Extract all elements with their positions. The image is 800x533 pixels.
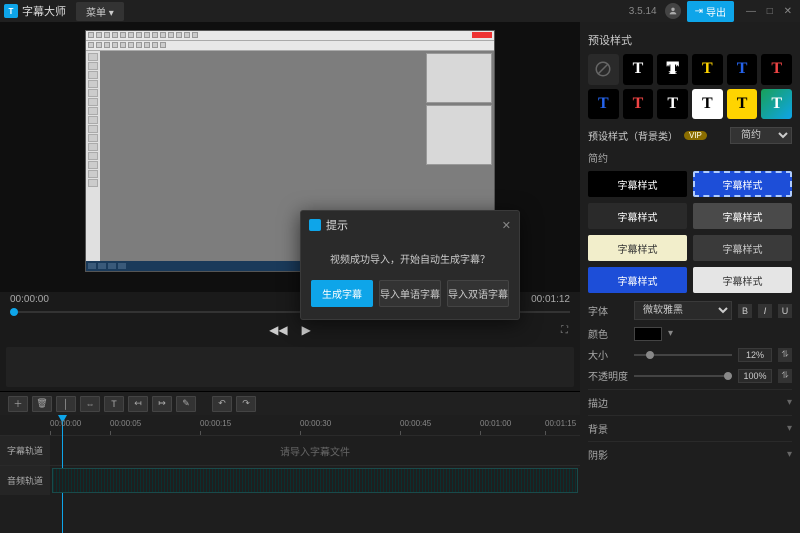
font-label: 字体 (588, 303, 628, 318)
tl-text-button[interactable]: T (104, 396, 124, 412)
maximize-icon[interactable]: □ (767, 6, 773, 17)
menu-button[interactable]: 菜单 ▾ (76, 2, 124, 21)
bg-style-0[interactable]: 字幕样式 (588, 171, 687, 197)
tl-edit-button[interactable]: ✎ (176, 396, 196, 412)
tl-align-left-button[interactable]: ↤ (128, 396, 148, 412)
fullscreen-icon[interactable]: ⛶ (561, 325, 568, 336)
chevron-down-icon: ▾ (787, 397, 792, 408)
audio-track[interactable]: 音频轨道 (0, 465, 580, 495)
italic-icon[interactable]: I (758, 304, 772, 318)
tl-undo-button[interactable]: ↶ (212, 396, 232, 412)
import-bi-subtitle-button[interactable]: 导入双语字幕 (447, 280, 509, 307)
user-icon[interactable] (665, 3, 681, 19)
preset-style-grid: TTTTTTTTTTT (588, 54, 792, 119)
size-slider[interactable] (634, 354, 732, 356)
stroke-section[interactable]: 描边▾ (588, 389, 792, 415)
waveform-panel (6, 347, 574, 387)
size-value: 12% (738, 348, 772, 362)
preset-style-0[interactable] (588, 54, 619, 85)
bold-icon[interactable]: B (738, 304, 752, 318)
preset-style-11[interactable]: T (761, 89, 792, 120)
bg-style-5[interactable]: 字幕样式 (693, 235, 792, 261)
preset-style-3[interactable]: T (692, 54, 723, 85)
bg-style-grid: 字幕样式字幕样式字幕样式字幕样式字幕样式字幕样式字幕样式字幕样式 (588, 171, 792, 293)
dialog-close-button[interactable]: ✕ (502, 219, 511, 232)
bg-style-1[interactable]: 字幕样式 (693, 171, 792, 197)
import-mono-subtitle-button[interactable]: 导入单语字幕 (379, 280, 441, 307)
preset-style-9[interactable]: T (692, 89, 723, 120)
preset-style-4[interactable]: T (727, 54, 758, 85)
export-button[interactable]: ⇥ 导出 (687, 1, 734, 22)
preset-style-title: 预设样式 (588, 32, 792, 48)
tl-delete-button[interactable]: 🗑 (32, 396, 52, 412)
preset-bg-title: 预设样式（背景类） (588, 128, 678, 143)
opacity-slider[interactable] (634, 375, 732, 377)
title-bar: T 字幕大师 菜单 ▾ 3.5.14 ⇥ 导出 — □ ✕ (0, 0, 800, 22)
tl-align-right-button[interactable]: ↦ (152, 396, 172, 412)
dialog-icon (309, 219, 321, 231)
subtitle-track-label: 字幕轨道 (0, 436, 50, 465)
subtitle-placeholder: 请导入字幕文件 (280, 443, 350, 458)
time-ruler[interactable]: 00:00:00 00:00:05 00:00:15 00:00:30 00:0… (0, 415, 580, 435)
size-stepper[interactable]: ⥮ (778, 348, 792, 362)
simple-section-header: 简约 (588, 150, 792, 165)
style-sidebar: 预设样式 TTTTTTTTTTT 预设样式（背景类） VIP 简约 简约 字幕样… (580, 22, 800, 533)
minimize-icon[interactable]: — (746, 6, 756, 17)
version-label: 3.5.14 (629, 6, 657, 17)
generate-subtitle-button[interactable]: 生成字幕 (311, 280, 373, 307)
timeline[interactable]: 00:00:00 00:00:05 00:00:15 00:00:30 00:0… (0, 415, 580, 533)
preset-style-8[interactable]: T (657, 89, 688, 120)
tl-redo-button[interactable]: ↷ (236, 396, 256, 412)
tl-add-button[interactable]: ＋ (8, 396, 28, 412)
vip-badge: VIP (684, 131, 707, 140)
opacity-value: 100% (738, 369, 772, 383)
color-label: 颜色 (588, 326, 628, 341)
dialog-title: 提示 (326, 217, 497, 233)
color-swatch[interactable] (634, 327, 662, 341)
import-dialog: 提示 ✕ 视频成功导入，开始自动生成字幕？ 生成字幕 导入单语字幕 导入双语字幕 (300, 210, 520, 320)
subtitle-track[interactable]: 字幕轨道 请导入字幕文件 (0, 435, 580, 465)
bg-style-7[interactable]: 字幕样式 (693, 267, 792, 293)
preset-style-5[interactable]: T (761, 54, 792, 85)
preset-style-7[interactable]: T (623, 89, 654, 120)
timeline-toolbar: ＋ 🗑 │ ⇔ T ↤ ↦ ✎ ↶ ↷ (0, 391, 580, 415)
preset-bg-select[interactable]: 简约 (730, 127, 792, 144)
tl-merge-button[interactable]: ⇔ (80, 396, 100, 412)
chevron-down-icon: ▾ (787, 423, 792, 434)
underline-icon[interactable]: U (778, 304, 792, 318)
dialog-message: 视频成功导入，开始自动生成字幕？ (301, 239, 519, 280)
bg-style-6[interactable]: 字幕样式 (588, 267, 687, 293)
app-title: 字幕大师 (22, 3, 66, 19)
preset-style-10[interactable]: T (727, 89, 758, 120)
close-icon[interactable]: ✕ (784, 6, 792, 17)
current-time: 00:00:00 (10, 294, 49, 305)
play-button[interactable]: ▶ (302, 323, 311, 337)
total-time: 00:01:12 (531, 294, 570, 305)
chevron-down-icon: ▾ (787, 449, 792, 460)
tl-split-button[interactable]: │ (56, 396, 76, 412)
audio-track-label: 音频轨道 (0, 466, 50, 495)
shadow-section[interactable]: 阴影▾ (588, 441, 792, 467)
size-label: 大小 (588, 347, 628, 362)
opacity-label: 不透明度 (588, 368, 628, 383)
app-icon: T (4, 4, 18, 18)
preset-style-6[interactable]: T (588, 89, 619, 120)
audio-waveform (52, 468, 578, 493)
font-select[interactable]: 微软雅黑 (634, 301, 732, 320)
rewind-button[interactable]: ◀◀ (269, 323, 287, 337)
bg-style-3[interactable]: 字幕样式 (693, 203, 792, 229)
preset-style-1[interactable]: T (623, 54, 654, 85)
bg-style-4[interactable]: 字幕样式 (588, 235, 687, 261)
opacity-stepper[interactable]: ⥮ (778, 369, 792, 383)
bg-style-2[interactable]: 字幕样式 (588, 203, 687, 229)
preset-style-2[interactable]: T (657, 54, 688, 85)
background-section[interactable]: 背景▾ (588, 415, 792, 441)
